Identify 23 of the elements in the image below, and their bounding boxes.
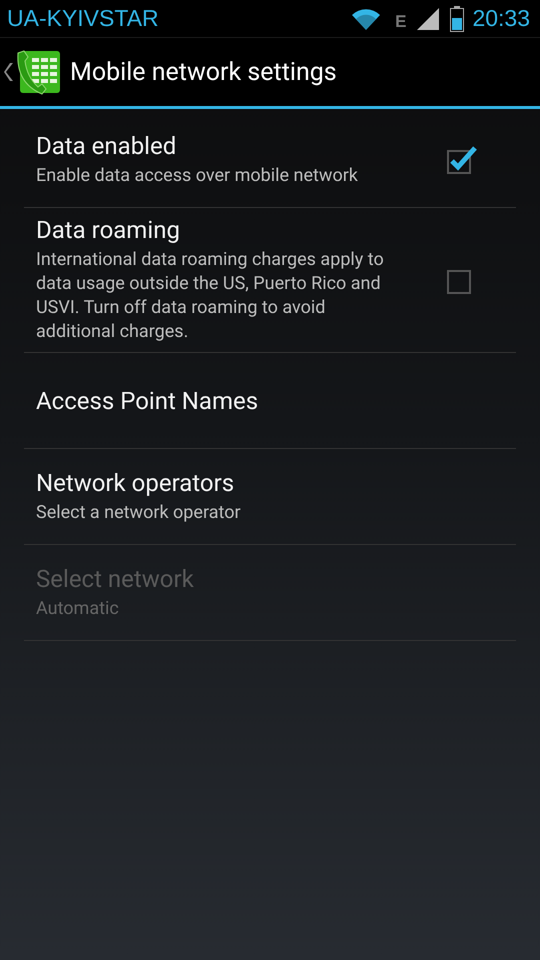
up-button[interactable]	[4, 49, 60, 95]
clock-time: 20:33	[472, 5, 530, 32]
wifi-icon	[351, 6, 382, 30]
preference-item[interactable]: Data enabled Enable data access over mobile network	[24, 112, 516, 208]
preference-summary: Automatic	[36, 596, 120, 620]
preference-title: Access Point Names	[36, 386, 260, 414]
preference-item[interactable]: Data roaming International data roaming charges apply to data usage outside the US, Puerto Rico and USVI. Turn off data roaming to avoid additional charges.	[24, 208, 516, 353]
preference-title: Data roaming	[36, 216, 181, 244]
battery-icon	[450, 6, 464, 32]
network-type-label: E	[395, 12, 406, 32]
preference-summary: International data roaming charges apply to data usage outside the US, Puerto Rico and USVI. Turn off data roaming to avoid additional charges.	[36, 248, 385, 344]
preference-summary: Enable data access over mobile network	[36, 164, 359, 188]
preference-title: Network operators	[36, 468, 236, 496]
preference-item[interactable]: Access Point Names	[24, 353, 516, 449]
preference-title: Select network	[36, 564, 195, 592]
preference-summary: Select a network operator	[36, 500, 242, 524]
preference-item[interactable]: Network operators Select a network operator	[24, 449, 516, 545]
signal-icon	[416, 6, 440, 30]
preference-title: Data enabled	[36, 132, 178, 160]
checkbox[interactable]	[446, 144, 478, 176]
carrier-name: UA-KYIVSTAR	[7, 5, 160, 32]
back-caret-icon	[4, 62, 14, 82]
screen-title: Mobile network settings	[70, 58, 337, 86]
